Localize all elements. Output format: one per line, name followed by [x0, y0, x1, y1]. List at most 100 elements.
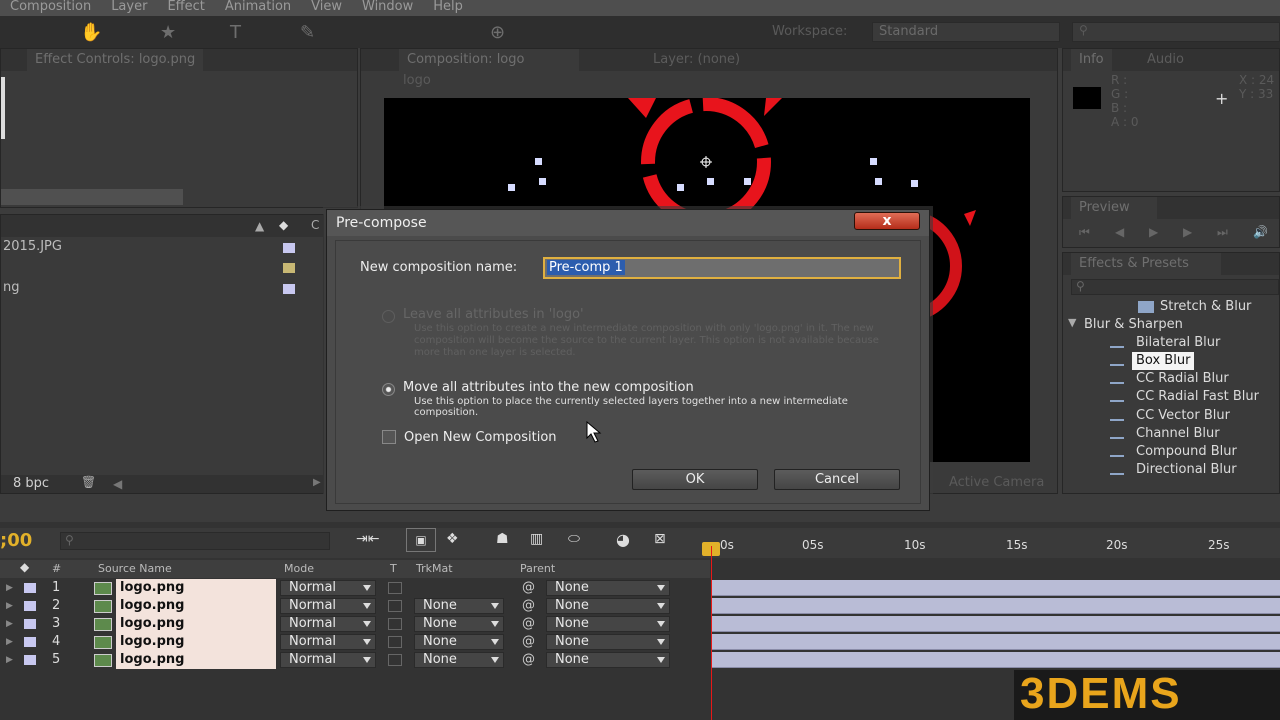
expand-triangle-icon[interactable]: ▶ — [6, 651, 13, 669]
label-swatch[interactable] — [24, 637, 36, 647]
timeline-search-input[interactable]: ⚲ — [60, 532, 330, 550]
expand-triangle-icon[interactable]: ▶ — [6, 615, 13, 633]
tab-effect-controls[interactable]: Effect Controls: logo.png — [27, 49, 204, 71]
ok-button[interactable]: OK — [632, 469, 758, 490]
preserve-transparency-checkbox[interactable] — [388, 582, 402, 594]
close-button[interactable]: x — [854, 212, 920, 230]
layer-duration-bar[interactable] — [712, 598, 1280, 614]
header-source-name[interactable]: Source Name — [98, 560, 172, 578]
label-swatch[interactable] — [283, 243, 295, 253]
group-blur-sharpen[interactable]: Blur & Sharpen — [1084, 316, 1183, 334]
menu-layer[interactable]: Layer — [101, 0, 157, 16]
timecode-display[interactable]: ;00 — [0, 530, 32, 551]
keyframe-icon[interactable]: ⊠ — [654, 531, 666, 547]
label-swatch[interactable] — [283, 284, 295, 294]
parent-dropdown[interactable]: None — [546, 598, 670, 614]
tab-layer[interactable]: Layer: (none) — [645, 49, 748, 71]
project-item[interactable]: 2015.JPG — [1, 239, 321, 257]
effect-cc-vector-blur[interactable]: CC Vector Blur — [1110, 407, 1230, 425]
table-row[interactable]: ▶ 1 logo.png Normal @ None — [0, 579, 710, 597]
trkmat-dropdown[interactable]: None — [414, 634, 504, 650]
table-row[interactable]: ▶ 3 logo.png Normal None @ None — [0, 615, 710, 633]
graph-editor-icon[interactable]: ◕ — [616, 530, 630, 549]
layer-duration-bar[interactable] — [712, 616, 1280, 632]
expand-triangle-icon[interactable]: ▶ — [6, 579, 13, 597]
menu-composition[interactable]: Composition — [0, 0, 101, 16]
header-parent[interactable]: Parent — [520, 560, 555, 578]
text-tool-icon[interactable]: T — [230, 22, 241, 43]
effect-cc-radial-blur[interactable]: CC Radial Blur — [1110, 370, 1229, 388]
local-axis-icon[interactable]: ⊕ — [490, 22, 505, 43]
layer-name[interactable]: logo.png — [116, 615, 276, 633]
preserve-transparency-checkbox[interactable] — [388, 618, 402, 630]
header-trkmat[interactable]: TrkMat — [416, 560, 453, 578]
pickwhip-icon[interactable]: @ — [522, 579, 535, 597]
project-item[interactable] — [1, 259, 321, 277]
camera-select[interactable]: Active Camera — [949, 475, 1044, 490]
blend-mode-dropdown[interactable]: Normal — [280, 616, 376, 632]
pickwhip-icon[interactable]: @ — [522, 651, 535, 669]
trkmat-dropdown[interactable]: None — [414, 616, 504, 632]
live-update-icon[interactable]: ▣ — [406, 528, 436, 552]
frame-blending-icon[interactable]: ▥ — [530, 531, 543, 547]
scroll-left-icon[interactable]: ◀ — [113, 477, 122, 491]
label-swatch[interactable] — [24, 655, 36, 665]
bit-depth-button[interactable]: 8 bpc — [13, 476, 49, 491]
disclosure-triangle-icon[interactable]: ▼ — [1068, 316, 1076, 329]
trkmat-dropdown[interactable]: None — [414, 652, 504, 668]
tab-audio[interactable]: Audio — [1139, 49, 1192, 71]
trash-icon[interactable]: 🗑 — [81, 475, 96, 489]
brush-tool-icon[interactable]: ✎ — [300, 22, 315, 43]
tab-preview[interactable]: Preview — [1071, 197, 1157, 219]
layer-duration-bar[interactable] — [712, 652, 1280, 668]
first-frame-icon[interactable]: ⏮ — [1079, 225, 1090, 240]
menu-animation[interactable]: Animation — [215, 0, 301, 16]
motion-blur-icon[interactable]: ⬭ — [568, 531, 580, 547]
label-swatch[interactable] — [24, 619, 36, 629]
parent-dropdown[interactable]: None — [546, 634, 670, 650]
layer-name[interactable]: logo.png — [116, 597, 276, 615]
draft-3d-icon[interactable]: ❖ — [446, 531, 459, 547]
radio-move-attributes[interactable] — [382, 383, 395, 396]
layer-name[interactable]: logo.png — [116, 633, 276, 651]
effect-cc-radial-fast-blur[interactable]: CC Radial Fast Blur — [1110, 388, 1259, 406]
play-icon[interactable]: ▶ — [1149, 225, 1158, 239]
shy-layers-icon[interactable]: ☗ — [496, 531, 509, 547]
star-tool-icon[interactable]: ★ — [160, 22, 176, 43]
last-frame-icon[interactable]: ⏭ — [1217, 225, 1228, 240]
tab-composition[interactable]: Composition: logo — [399, 49, 579, 71]
prev-frame-icon[interactable]: ◀ — [1115, 225, 1124, 239]
help-search-input[interactable]: ⚲ — [1072, 22, 1280, 42]
pickwhip-icon[interactable]: @ — [522, 633, 535, 651]
table-row[interactable]: ▶ 4 logo.png Normal None @ None — [0, 633, 710, 651]
table-row[interactable]: ▶ 2 logo.png Normal None @ None — [0, 597, 710, 615]
label-swatch[interactable] — [24, 601, 36, 611]
comp-breadcrumb[interactable]: logo — [403, 73, 431, 88]
trkmat-dropdown[interactable]: None — [414, 598, 504, 614]
pickwhip-icon[interactable]: @ — [522, 597, 535, 615]
effect-compound-blur[interactable]: Compound Blur — [1110, 443, 1237, 461]
effect-directional-blur[interactable]: Directional Blur — [1110, 461, 1237, 479]
next-frame-icon[interactable]: ▶ — [1183, 225, 1192, 239]
selection-tool-icon[interactable]: ✋ — [80, 22, 102, 43]
table-row[interactable]: ▶ 5 logo.png Normal None @ None — [0, 651, 710, 669]
parent-dropdown[interactable]: None — [546, 580, 670, 596]
preserve-transparency-checkbox[interactable] — [388, 600, 402, 612]
parent-dropdown[interactable]: None — [546, 616, 670, 632]
radio-leave-attributes[interactable] — [382, 310, 395, 323]
label-column-icon[interactable]: ◆ — [20, 560, 29, 574]
project-item[interactable]: ng — [1, 280, 321, 298]
preserve-transparency-checkbox[interactable] — [388, 654, 402, 666]
layer-duration-bar[interactable] — [712, 580, 1280, 596]
sort-arrow-icon[interactable]: ▲ — [255, 219, 264, 233]
workspace-select[interactable]: Standard — [872, 22, 1060, 42]
scrollbar-thumb[interactable] — [1, 189, 183, 205]
blend-mode-dropdown[interactable]: Normal — [280, 652, 376, 668]
layer-name[interactable]: logo.png — [116, 579, 276, 597]
header-number[interactable]: # — [52, 560, 61, 578]
composition-name-input[interactable]: Pre-comp 1 — [543, 257, 901, 279]
tab-effects-presets[interactable]: Effects & Presets — [1071, 253, 1221, 275]
menu-window[interactable]: Window — [352, 0, 423, 16]
header-mode[interactable]: Mode — [284, 560, 314, 578]
blend-mode-dropdown[interactable]: Normal — [280, 634, 376, 650]
